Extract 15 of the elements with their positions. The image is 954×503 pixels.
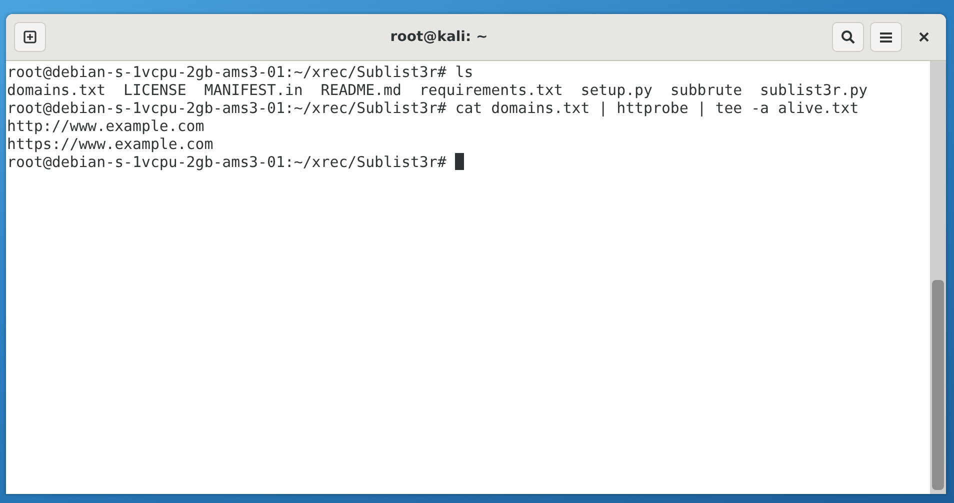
new-tab-button[interactable] [14,22,46,52]
terminal-line: root@debian-s-1vcpu-2gb-ams3-01:~/xrec/Sublist3r# cat domains.txt | httprobe | tee -a alive.txt [7,99,859,117]
search-button[interactable] [832,22,864,52]
menu-icon [880,32,892,42]
menu-button[interactable] [870,22,902,52]
search-icon [841,30,855,44]
close-icon [919,32,929,42]
terminal-line: http://www.example.com [7,117,204,135]
scrollbar[interactable] [930,61,946,494]
window-title: root@kali: ~ [389,29,489,45]
new-tab-icon [23,30,37,44]
terminal-line: root@debian-s-1vcpu-2gb-ams3-01:~/xrec/Sublist3r# ls [7,63,474,81]
terminal-line: https://www.example.com [7,135,214,153]
terminal-line: root@debian-s-1vcpu-2gb-ams3-01:~/xrec/Sublist3r# [7,153,448,171]
terminal-line: domains.txt LICENSE MANIFEST.in README.md requirements.txt setup.py subbrute sublist3r.py [7,81,868,99]
